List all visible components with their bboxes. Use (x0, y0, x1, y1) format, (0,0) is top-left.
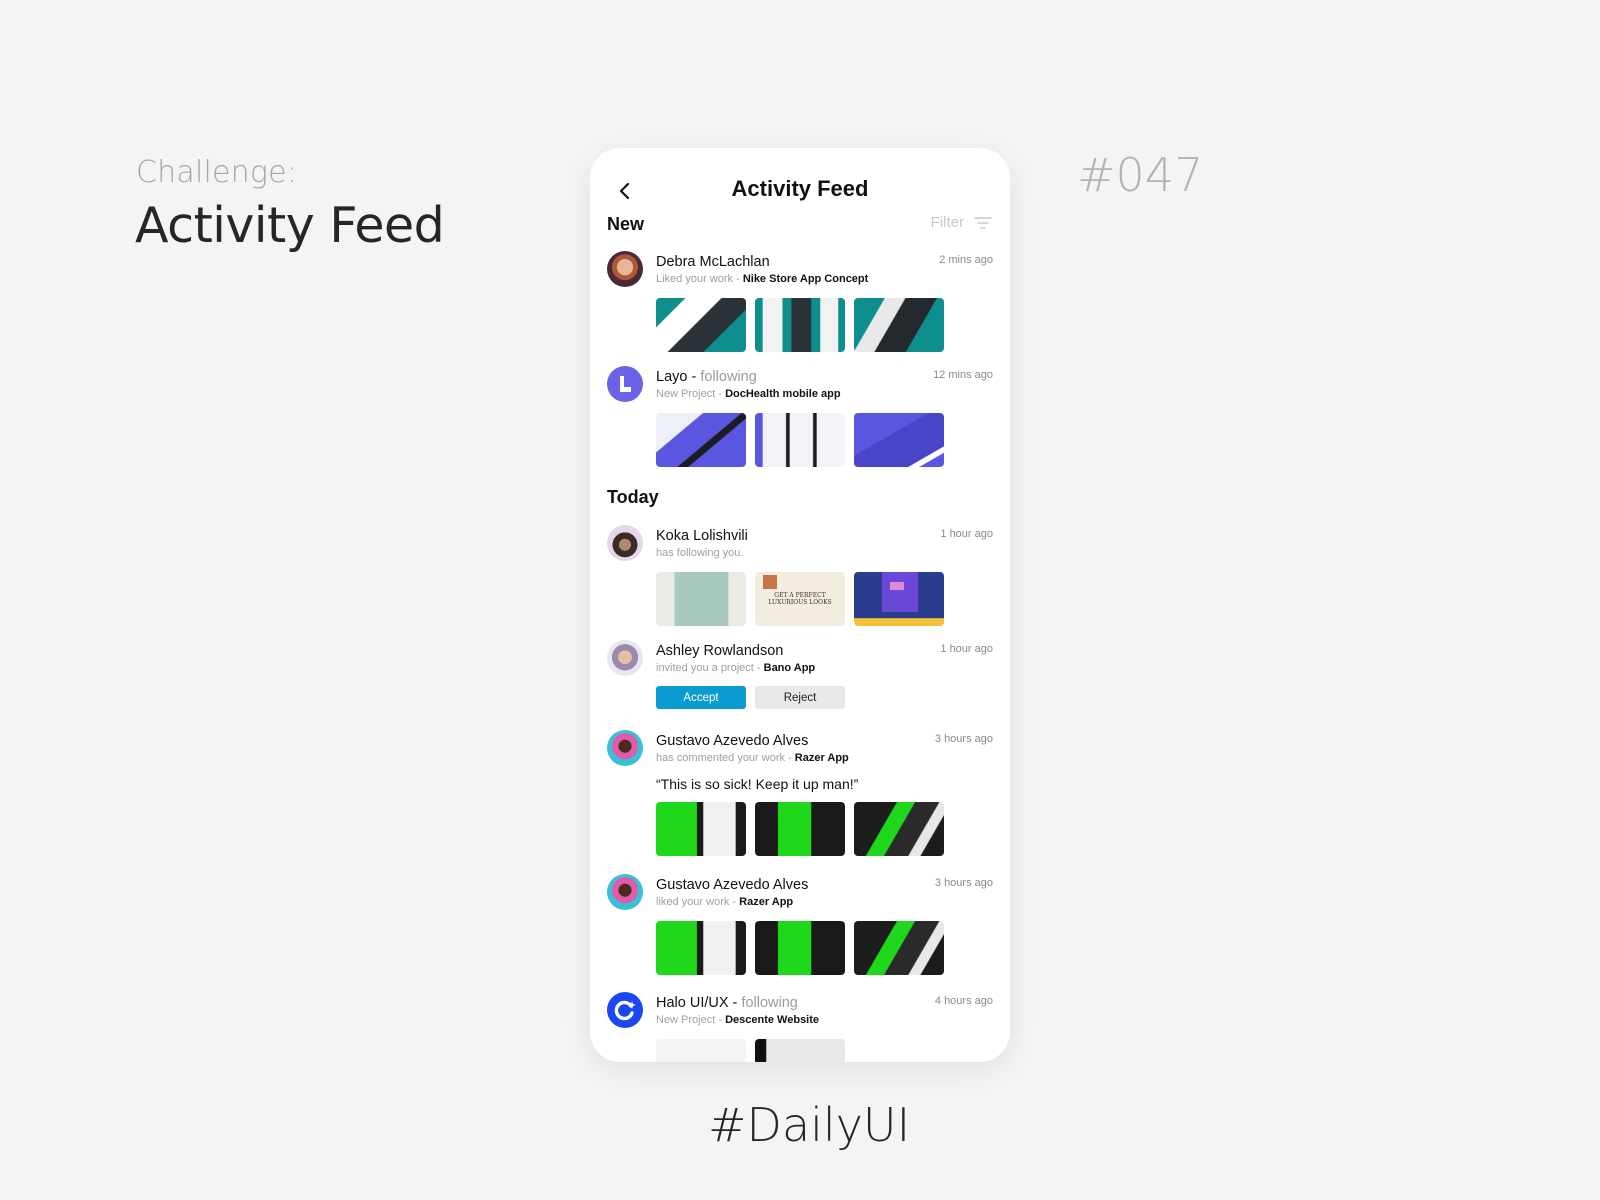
project-link[interactable]: DocHealth mobile app (725, 388, 841, 400)
timestamp: 1 hour ago (940, 643, 993, 655)
reject-button[interactable]: Reject (755, 686, 845, 709)
activity-description: liked your work - Razer App (656, 896, 794, 908)
project-link[interactable]: Descente Website (725, 1014, 819, 1026)
filter-button[interactable]: Filter (931, 214, 992, 231)
avatar[interactable] (607, 640, 643, 676)
project-thumbnail[interactable] (755, 413, 845, 467)
section-today-heading: Today (607, 487, 659, 507)
avatar[interactable] (607, 366, 643, 402)
project-link[interactable]: Bano App (764, 662, 816, 674)
activity-description: Liked your work - Nike Store App Concept (656, 273, 869, 285)
project-thumbnail[interactable] (656, 1039, 746, 1062)
comment-text: “This is so sick! Keep it up man!” (656, 776, 859, 792)
project-thumbnail[interactable] (656, 921, 746, 975)
activity-description: invited you a project - Bano App (656, 662, 816, 674)
activity-description: New Project - Descente Website (656, 1014, 820, 1026)
timestamp: 4 hours ago (934, 995, 993, 1007)
project-thumbnail[interactable]: GET A PERFECT LUXURIOUS LOOKS (755, 572, 845, 626)
halo-logo-icon (614, 1000, 636, 1021)
user-name[interactable]: Halo UI/UX - following (656, 995, 798, 1011)
challenge-number: #047 (1077, 148, 1204, 202)
accept-button[interactable]: Accept (656, 686, 746, 709)
timestamp: 1 hour ago (940, 528, 993, 540)
following-label: following (700, 369, 757, 385)
project-thumbnail[interactable] (854, 802, 944, 856)
challenge-title: Activity Feed (135, 197, 445, 254)
project-thumbnail[interactable] (755, 802, 845, 856)
project-thumbnail[interactable] (854, 413, 944, 467)
project-link[interactable]: Razer App (795, 752, 849, 764)
project-thumbnail[interactable] (854, 298, 944, 352)
daily-ui-tag: #DailyUI (708, 1098, 911, 1152)
thumbnail-row (656, 921, 944, 975)
project-thumbnail[interactable] (656, 802, 746, 856)
activity-description: New Project - DocHealth mobile app (656, 388, 841, 400)
timestamp: 3 hours ago (934, 877, 993, 889)
project-thumbnail[interactable] (854, 572, 944, 626)
phone-screen: Activity Feed New Filter Debra McLachlan… (590, 148, 1010, 1062)
avatar[interactable] (607, 992, 643, 1028)
project-thumbnail[interactable] (656, 413, 746, 467)
avatar[interactable] (607, 730, 643, 766)
page-title: Activity Feed (731, 176, 869, 201)
user-name[interactable]: Layo - following (656, 369, 757, 385)
thumbnail-row (656, 1039, 845, 1062)
user-name[interactable]: Debra McLachlan (656, 254, 770, 270)
project-thumbnail[interactable] (656, 572, 746, 626)
thumbnail-row (656, 413, 944, 467)
filter-lines-icon (974, 216, 992, 229)
avatar[interactable] (607, 251, 643, 287)
avatar[interactable] (607, 525, 643, 561)
thumbnail-row: GET A PERFECT LUXURIOUS LOOKS (656, 572, 944, 626)
project-thumbnail[interactable] (755, 921, 845, 975)
activity-description: has following you. (656, 547, 744, 559)
project-link[interactable]: Razer App (739, 896, 793, 908)
timestamp: 2 mins ago (939, 254, 993, 266)
activity-description: has commented your work - Razer App (656, 752, 849, 764)
filter-label: Filter (930, 214, 964, 231)
top-bar: Activity Feed (590, 172, 1010, 212)
timestamp: 3 hours ago (934, 733, 993, 745)
challenge-label: Challenge: (136, 155, 298, 190)
thumbnail-caption: GET A PERFECT LUXURIOUS LOOKS (768, 592, 832, 606)
layo-logo-icon (620, 376, 631, 392)
project-thumbnail[interactable] (854, 921, 944, 975)
section-new-heading: New (607, 214, 645, 234)
user-name[interactable]: Gustavo Azevedo Alves (656, 877, 808, 893)
project-thumbnail[interactable] (755, 1039, 845, 1062)
user-name[interactable]: Gustavo Azevedo Alves (656, 733, 808, 749)
avatar[interactable] (607, 874, 643, 910)
thumbnail-row (656, 802, 944, 856)
timestamp: 12 mins ago (933, 369, 993, 381)
thumbnail-row (656, 298, 944, 352)
invite-actions: Accept Reject (607, 686, 993, 709)
user-name[interactable]: Ashley Rowlandson (656, 643, 783, 659)
project-thumbnail[interactable] (755, 298, 845, 352)
project-link[interactable]: Nike Store App Concept (743, 273, 869, 285)
following-label: following (741, 995, 798, 1011)
user-name[interactable]: Koka Lolishvili (656, 528, 748, 544)
project-thumbnail[interactable] (656, 298, 746, 352)
